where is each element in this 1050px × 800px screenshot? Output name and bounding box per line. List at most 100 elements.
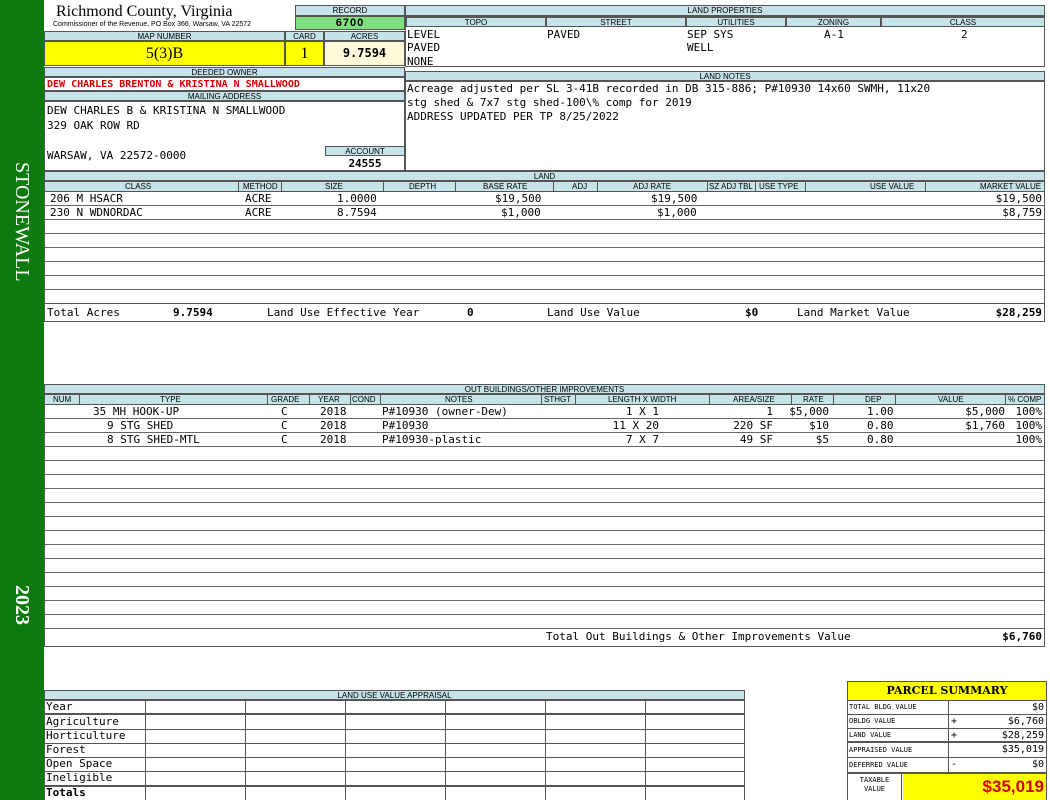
ob-col-year: YEAR bbox=[318, 395, 340, 404]
land-properties-table: TOPO STREET UTILITIES ZONING CLASS LEVEL… bbox=[405, 16, 1045, 68]
street-value: PAVED bbox=[547, 28, 581, 41]
summary-row-total-bldg: TOTAL BLDG VALUE $0 bbox=[848, 702, 1046, 715]
mailing-address-box: DEW CHARLES B & KRISTINA N SMALLWOOD 329… bbox=[44, 101, 405, 171]
table-row bbox=[45, 290, 1044, 304]
taxable-value-label: TAXABLE VALUE bbox=[848, 774, 902, 800]
topo-1: LEVEL bbox=[407, 28, 441, 41]
acres-label: ACRES bbox=[324, 31, 405, 41]
table-row: 206 M HSACR ACRE 1.0000 $19,500 $19,500 … bbox=[45, 192, 1044, 206]
land-use-appraisal-table: Year Agriculture Horticulture Forest Ope… bbox=[44, 700, 745, 800]
table-row bbox=[45, 276, 1044, 290]
land-market-value: $28,259 bbox=[995, 306, 1042, 319]
table-row bbox=[45, 615, 1044, 629]
land-title: LAND bbox=[44, 171, 1045, 181]
land-notes-box: Acreage adjusted per SL 3-41B recorded i… bbox=[405, 81, 1045, 171]
lua-year-label: Year bbox=[46, 700, 73, 713]
table-row bbox=[45, 559, 1044, 573]
table-row bbox=[45, 503, 1044, 517]
outbuildings-column-headers: NUM TYPE GRADE YEAR COND NOTES STHGT LEN… bbox=[45, 395, 1044, 405]
ob-col-comp: % COMP bbox=[1008, 395, 1042, 404]
ob-col-value: VALUE bbox=[938, 395, 964, 404]
land-use-appraisal-title: LAND USE VALUE APPRAISAL bbox=[44, 690, 745, 700]
ob-col-num: NUM bbox=[53, 395, 72, 404]
topo-2: PAVED bbox=[407, 41, 441, 54]
class-value: 2 bbox=[961, 28, 968, 41]
table-row bbox=[45, 475, 1044, 489]
lua-open-space-label: Open Space bbox=[46, 757, 113, 770]
lua-totals-label: Totals bbox=[46, 786, 86, 799]
parcel-summary-title: PARCEL SUMMARY bbox=[848, 682, 1046, 701]
land-note-1: Acreage adjusted per SL 3-41B recorded i… bbox=[407, 82, 931, 95]
summary-row-appraised: APPRAISED VALUE $35,019 bbox=[848, 743, 1046, 758]
table-row bbox=[45, 262, 1044, 276]
lua-ineligible-label: Ineligible bbox=[46, 771, 113, 784]
record-label: RECORD bbox=[295, 5, 405, 16]
table-row bbox=[45, 489, 1044, 503]
deeded-owner-label: DEEDED OWNER bbox=[44, 67, 405, 77]
land-col-sz-adj-tbl: SZ ADJ TBL bbox=[709, 182, 753, 191]
summary-row-deferred: DEFERRED VALUE - $0 bbox=[848, 758, 1046, 774]
ob-col-type: TYPE bbox=[160, 395, 181, 404]
land-col-use-value: USE VALUE bbox=[870, 182, 915, 191]
topo-3: NONE bbox=[407, 55, 434, 68]
table-row bbox=[45, 573, 1044, 587]
table-row: 9 STG SHED C 2018 P#10930 11 X 20 220 SF… bbox=[45, 419, 1044, 433]
table-row bbox=[45, 587, 1044, 601]
table-row bbox=[45, 517, 1044, 531]
mailing-line-2: 329 OAK ROW RD bbox=[47, 119, 140, 132]
lua-forest-label: Forest bbox=[46, 743, 86, 756]
land-col-size: SIZE bbox=[325, 182, 343, 191]
land-col-adj: ADJ bbox=[572, 182, 588, 191]
district-name: STONEWALL bbox=[11, 162, 33, 282]
tax-year: 2023 bbox=[11, 585, 33, 625]
outbuildings-rows: 35 MH HOOK-UP C 2018 P#10930 (owner-Dew)… bbox=[45, 405, 1044, 629]
table-row bbox=[45, 234, 1044, 248]
table-row bbox=[45, 447, 1044, 461]
mailing-address-label: MAILING ADDRESS bbox=[44, 91, 405, 101]
acres-value: 9.7594 bbox=[324, 41, 405, 66]
account-number: 24555 bbox=[348, 157, 382, 170]
land-col-method: METHOD bbox=[243, 182, 278, 191]
utilities-2: WELL bbox=[687, 41, 714, 54]
mailing-line-4: WARSAW, VA 22572-0000 bbox=[47, 149, 187, 162]
map-number: 5(3)B bbox=[44, 41, 285, 66]
lua-agriculture-label: Agriculture bbox=[46, 715, 119, 728]
col-utilities: UTILITIES bbox=[686, 17, 786, 27]
account-label: ACCOUNT bbox=[325, 146, 405, 156]
card-number: 1 bbox=[285, 41, 324, 66]
zoning-value: A-1 bbox=[824, 28, 844, 41]
deeded-owner: DEW CHARLES BRENTON & KRISTINA N SMALLWO… bbox=[44, 77, 405, 91]
land-col-class: CLASS bbox=[125, 182, 152, 191]
map-number-label: MAP NUMBER bbox=[44, 31, 285, 41]
table-row: 230 N WDNORDAC ACRE 8.7594 $1,000 $1,000… bbox=[45, 206, 1044, 220]
table-row bbox=[45, 531, 1044, 545]
outbuildings-table: NUM TYPE GRADE YEAR COND NOTES STHGT LEN… bbox=[44, 394, 1045, 647]
summary-row-land: LAND VALUE + $28,259 bbox=[848, 730, 1046, 743]
ob-col-grade: GRADE bbox=[271, 395, 300, 404]
col-class: CLASS bbox=[881, 17, 1045, 27]
outbuildings-total-label: Total Out Buildings & Other Improvements… bbox=[546, 630, 851, 643]
taxable-value: $35,019 bbox=[903, 774, 1046, 800]
total-acres-label: Total Acres bbox=[47, 306, 120, 319]
land-table: CLASS METHOD SIZE DEPTH BASE RATE ADJ AD… bbox=[44, 181, 1045, 322]
commissioner-address: Commissioner of the Revenue, PO Box 366,… bbox=[53, 21, 252, 28]
ob-col-dep: DEP bbox=[865, 395, 882, 404]
ob-col-rate: RATE bbox=[803, 395, 824, 404]
table-row: 35 MH HOOK-UP C 2018 P#10930 (owner-Dew)… bbox=[45, 405, 1044, 419]
col-street: STREET bbox=[546, 17, 686, 27]
summary-row-obldg: OBLDG VALUE + $6,760 bbox=[848, 716, 1046, 729]
table-row bbox=[45, 601, 1044, 615]
county-name: Richmond County, Virginia bbox=[56, 3, 233, 20]
ob-col-notes: NOTES bbox=[445, 395, 473, 404]
total-acres-value: 9.7594 bbox=[173, 306, 213, 319]
land-col-use-type: USE TYPE bbox=[759, 182, 799, 191]
land-totals-row: Total Acres 9.7594 Land Use Effective Ye… bbox=[45, 303, 1044, 321]
ob-col-area-size: AREA/SIZE bbox=[733, 395, 775, 404]
outbuildings-title: OUT BUILDINGS/OTHER IMPROVEMENTS bbox=[44, 384, 1045, 394]
col-zoning: ZONING bbox=[786, 17, 881, 27]
card-label: CARD bbox=[285, 31, 324, 41]
parcel-summary: PARCEL SUMMARY TOTAL BLDG VALUE $0 OBLDG… bbox=[847, 681, 1047, 800]
land-col-depth: DEPTH bbox=[409, 182, 437, 191]
table-row bbox=[45, 461, 1044, 475]
land-col-adj-rate: ADJ RATE bbox=[633, 182, 672, 191]
